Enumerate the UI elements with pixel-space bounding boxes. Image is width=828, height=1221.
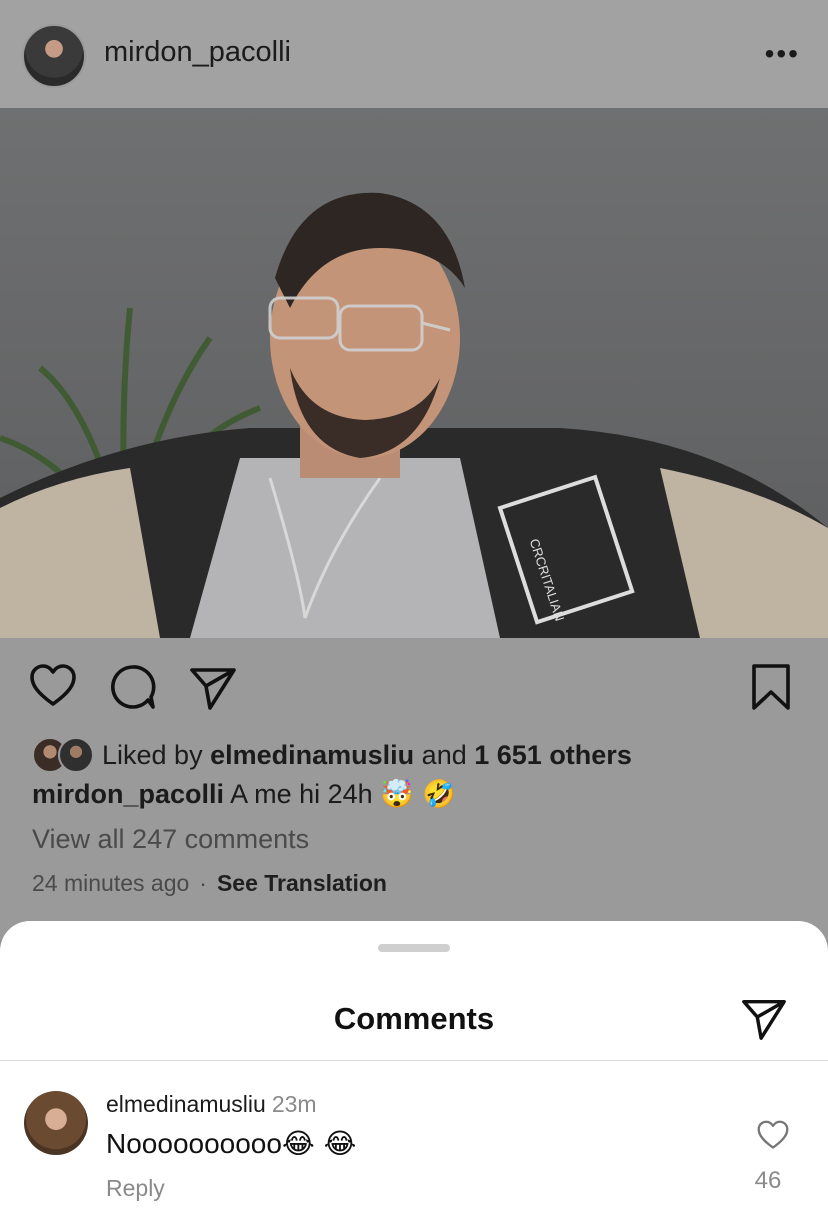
comment-text: Noooooooooo😂 😂 — [106, 1127, 356, 1160]
commenter-avatar[interactable] — [24, 1091, 88, 1155]
liked-by-line[interactable]: Liked by elmedinamusliu and 1 651 others — [32, 737, 632, 773]
liked-by-user[interactable]: elmedinamusliu — [210, 740, 414, 771]
liker-avatar — [58, 737, 94, 773]
view-all-comments-link[interactable]: View all 247 comments — [32, 824, 309, 855]
liked-by-count[interactable]: 1 651 others — [474, 740, 632, 771]
caption-emojis: 🤯 🤣 — [380, 779, 456, 810]
author-username[interactable]: mirdon_pacolli — [104, 36, 291, 69]
comment-body: Noooooooooo — [106, 1128, 282, 1159]
comment-like-heart-icon[interactable] — [756, 1119, 790, 1153]
caption-text: A me hi 24h — [230, 779, 373, 809]
comment-emojis: 😂 😂 — [281, 1127, 357, 1160]
post-timestamp: 24 minutes ago — [32, 870, 190, 896]
more-options-icon[interactable]: ••• — [765, 38, 800, 70]
sheet-divider — [0, 1060, 828, 1061]
comment-item: elmedinamusliu 23m Noooooooooo😂 😂 Reply 4… — [0, 1071, 828, 1221]
reply-button[interactable]: Reply — [106, 1175, 165, 1202]
comment-like-count: 46 — [754, 1167, 782, 1194]
see-translation-link[interactable]: See Translation — [217, 870, 387, 896]
sheet-drag-handle[interactable] — [378, 944, 450, 952]
post-caption: mirdon_pacolli A me hi 24h 🤯 🤣 — [32, 778, 456, 810]
share-send-icon[interactable] — [740, 994, 788, 1042]
comment-header: elmedinamusliu 23m — [106, 1091, 317, 1118]
post-photo[interactable]: CRCRITALIAN — [0, 108, 828, 638]
like-heart-icon[interactable] — [28, 662, 78, 712]
caption-username[interactable]: mirdon_pacolli — [32, 779, 224, 809]
author-avatar[interactable] — [22, 24, 86, 88]
comment-bubble-icon[interactable] — [108, 662, 158, 712]
comment-time: 23m — [271, 1091, 317, 1117]
bookmark-icon[interactable] — [746, 662, 796, 712]
liked-by-and: and — [421, 739, 467, 770]
share-send-icon[interactable] — [188, 662, 238, 712]
sheet-title: Comments — [333, 1001, 495, 1036]
post-meta: 24 minutes ago · See Translation — [32, 870, 387, 897]
meta-separator: · — [199, 870, 207, 896]
liker-avatars — [32, 737, 96, 773]
post: mirdon_pacolli ••• CRCRITALIAN Liked by … — [0, 0, 828, 940]
liked-by-prefix: Liked by — [102, 739, 203, 770]
post-header: mirdon_pacolli ••• — [0, 0, 828, 108]
commenter-username[interactable]: elmedinamusliu — [106, 1091, 266, 1117]
comments-sheet: Comments elmedinamusliu 23m Noooooooooo😂 … — [0, 921, 828, 1221]
post-actions — [0, 640, 828, 730]
post-photo-illustration: CRCRITALIAN — [0, 192, 828, 638]
